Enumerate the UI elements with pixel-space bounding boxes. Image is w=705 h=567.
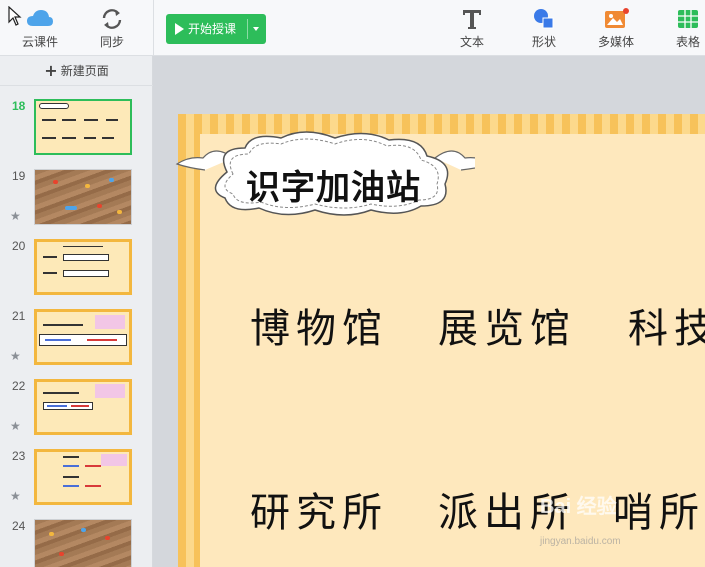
slide-thumbnail[interactable] bbox=[34, 449, 132, 505]
vocab-word[interactable]: 科技 bbox=[628, 296, 705, 354]
text-t-icon bbox=[463, 10, 481, 29]
slide-thumbnail[interactable] bbox=[34, 169, 132, 225]
thumbnail-number: 21 bbox=[12, 309, 26, 323]
cloud-courseware-button[interactable]: 云课件 bbox=[10, 6, 70, 54]
watermark-logo: Bai 经验 bbox=[540, 496, 617, 518]
star-icon: ★ bbox=[10, 489, 21, 503]
slide-title[interactable]: 识字加油站 bbox=[246, 160, 421, 209]
thumbnail-item[interactable]: 18 bbox=[0, 99, 153, 169]
thumbnail-number: 19 bbox=[12, 169, 26, 183]
star-icon: ★ bbox=[10, 419, 21, 433]
thumbnail-item[interactable]: 23 ★ bbox=[0, 449, 153, 519]
star-icon: ★ bbox=[10, 209, 21, 223]
slide-thumbnail[interactable] bbox=[34, 379, 132, 435]
vocab-word[interactable]: 展览馆 bbox=[438, 296, 576, 354]
thumbnail-item[interactable]: 20 bbox=[0, 239, 153, 309]
chevron-down-icon[interactable] bbox=[253, 27, 259, 31]
insert-text-button[interactable]: 文本 bbox=[442, 6, 502, 54]
cloud-icon bbox=[27, 10, 53, 26]
insert-media-button[interactable]: 多媒体 bbox=[586, 6, 646, 54]
thumbnail-item[interactable]: 22 ★ bbox=[0, 379, 153, 449]
thumbnail-number: 22 bbox=[12, 379, 26, 393]
slide-thumbnail[interactable] bbox=[34, 239, 132, 295]
thumbnail-number: 20 bbox=[12, 239, 26, 253]
split-divider bbox=[247, 19, 248, 39]
watermark-url: jingyan.baidu.com bbox=[540, 536, 621, 547]
thumbnail-number: 23 bbox=[12, 449, 26, 463]
thumbnail-number: 24 bbox=[12, 519, 26, 533]
slide-canvas[interactable]: 识字加油站 博物馆 展览馆 科技 研究所 派出所 哨所 bbox=[153, 56, 705, 567]
slide-thumbnail[interactable] bbox=[34, 309, 132, 365]
play-icon bbox=[175, 23, 184, 35]
thumbnail-item[interactable]: 21 ★ bbox=[0, 309, 153, 379]
star-icon: ★ bbox=[10, 349, 21, 363]
cloud-courseware-label: 云课件 bbox=[21, 35, 58, 49]
new-page-button[interactable]: + 新建页面 bbox=[0, 56, 153, 86]
toolbar-divider bbox=[153, 0, 154, 56]
text-label: 文本 bbox=[459, 35, 484, 49]
insert-table-button[interactable]: 表格 bbox=[658, 6, 705, 54]
media-label: 多媒体 bbox=[597, 35, 634, 49]
start-lesson-label: 开始授课 bbox=[188, 22, 237, 36]
shape-icon bbox=[534, 9, 554, 29]
courseware-editor-window: 云课件 同步 开始授课 文本 形状 多媒体 表格 + 新建页面 18 19 ★ … bbox=[0, 0, 705, 567]
slide-thumbnail[interactable] bbox=[34, 519, 132, 567]
start-lesson-button[interactable]: 开始授课 bbox=[166, 14, 266, 44]
vocab-word[interactable]: 研究所 bbox=[250, 480, 388, 538]
table-label: 表格 bbox=[675, 35, 700, 49]
table-icon bbox=[678, 10, 698, 28]
vocab-word[interactable]: 哨所 bbox=[613, 480, 705, 538]
image-media-icon bbox=[605, 8, 629, 28]
thumbnail-number: 18 bbox=[12, 99, 26, 113]
top-toolbar: 云课件 同步 开始授课 文本 形状 多媒体 表格 bbox=[0, 0, 705, 56]
new-page-label: 新建页面 bbox=[60, 64, 109, 78]
thumbnail-item[interactable]: 24 bbox=[0, 519, 153, 567]
insert-shape-button[interactable]: 形状 bbox=[514, 6, 574, 54]
vocab-word[interactable]: 博物馆 bbox=[250, 296, 388, 354]
sync-button[interactable]: 同步 bbox=[82, 6, 142, 54]
sync-label: 同步 bbox=[99, 35, 124, 49]
shape-label: 形状 bbox=[531, 35, 556, 49]
sync-icon bbox=[102, 9, 122, 29]
thumbnail-item[interactable]: 19 ★ bbox=[0, 169, 153, 239]
slide-thumbnail-panel: + 新建页面 18 19 ★ 20 21 ★ 22 ★ 23 ★ 24 bbox=[0, 56, 153, 567]
slide-thumbnail[interactable] bbox=[34, 99, 132, 155]
plus-icon: + bbox=[44, 61, 58, 80]
